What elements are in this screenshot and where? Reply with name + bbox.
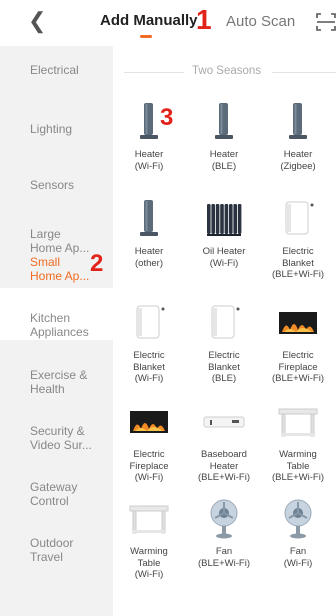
warming-table-icon [129, 505, 169, 534]
sidebar-item-10[interactable]: Outdoor Travel [30, 536, 73, 564]
sidebar-item-3[interactable]: Sensors [30, 178, 74, 192]
fireplace-icon [279, 312, 317, 334]
fan-icon [284, 499, 312, 539]
device-label: Heater (other) [134, 246, 164, 269]
device-tile[interactable]: Heater (other) [113, 190, 185, 269]
sidebar-item-1[interactable]: Electrical [30, 63, 79, 77]
device-icon-wrapper [188, 393, 260, 443]
section-header: Two Seasons [120, 64, 336, 80]
device-tile[interactable]: Fan (BLE+Wi-Fi) [188, 490, 260, 569]
sidebar-item-6[interactable]: Kitchen Appliances [30, 311, 89, 339]
section-title: Two Seasons [192, 65, 262, 77]
warming-table-icon [278, 408, 318, 437]
blanket-controller-icon [285, 201, 314, 235]
chevron-left-icon[interactable]: ❮ [28, 10, 46, 32]
section-divider-right [272, 72, 336, 73]
tab-auto-scan[interactable]: Auto Scan [226, 13, 295, 30]
device-label: Electric Fireplace (Wi-Fi) [129, 449, 169, 483]
device-tile[interactable]: Warming Table (Wi-Fi) [113, 490, 185, 581]
device-icon-wrapper [113, 190, 185, 240]
annotation-number-1: 1 [196, 4, 212, 35]
device-icon-wrapper [188, 93, 260, 143]
tower-heater-icon [215, 103, 233, 139]
device-tile[interactable]: Heater (Zigbee) [262, 93, 334, 172]
sidebar-item-9[interactable]: Gateway Control [30, 480, 77, 508]
tab-add-manually[interactable]: Add Manually [100, 12, 198, 29]
device-icon-wrapper [262, 190, 334, 240]
device-icon-wrapper [113, 93, 185, 143]
active-tab-indicator [140, 35, 152, 38]
device-label: Electric Blanket (BLE+Wi-Fi) [272, 246, 324, 280]
device-icon-wrapper [113, 490, 185, 540]
blanket-controller-icon [136, 305, 165, 339]
tower-heater-icon [289, 103, 307, 139]
device-label: Warming Table (BLE+Wi-Fi) [272, 449, 324, 483]
device-icon-wrapper [262, 294, 334, 344]
device-icon-wrapper [262, 490, 334, 540]
sidebar-item-8[interactable]: Security & Video Sur... [30, 424, 92, 452]
device-icon-wrapper [262, 93, 334, 143]
device-icon-wrapper [188, 490, 260, 540]
device-label: Baseboard Heater (BLE+Wi-Fi) [198, 449, 250, 483]
fan-icon [210, 499, 238, 539]
device-label: Electric Fireplace (BLE+Wi-Fi) [272, 350, 324, 384]
section-divider-left [124, 72, 184, 73]
device-tile[interactable]: Baseboard Heater (BLE+Wi-Fi) [188, 393, 260, 484]
scan-icon[interactable] [316, 12, 336, 32]
device-tile[interactable]: Fan (Wi-Fi) [262, 490, 334, 569]
device-label: Fan (Wi-Fi) [283, 546, 313, 569]
device-tile[interactable]: Electric Blanket (Wi-Fi) [113, 294, 185, 385]
device-label: Electric Blanket (BLE) [208, 350, 240, 384]
annotation-number-3: 3 [160, 104, 174, 131]
device-label: Heater (Zigbee) [280, 149, 316, 172]
device-label: Heater (Wi-Fi) [134, 149, 164, 172]
top-bar: ❮ Add Manually 1 Auto Scan [0, 0, 336, 46]
device-tile[interactable]: Heater (Wi-Fi) [113, 93, 185, 172]
tower-heater-icon [140, 200, 158, 236]
sidebar-item-5[interactable]: Small Home Ap... [30, 255, 89, 283]
annotation-number-2: 2 [90, 250, 104, 277]
device-icon-wrapper [113, 393, 185, 443]
device-tile[interactable]: Electric Blanket (BLE+Wi-Fi) [262, 190, 334, 281]
device-icon-wrapper [188, 294, 260, 344]
sidebar-item-7[interactable]: Exercise & Health [30, 368, 87, 396]
device-tile[interactable]: Heater (BLE) [188, 93, 260, 172]
device-tile[interactable]: Oil Heater (Wi-Fi) [188, 190, 260, 269]
fireplace-icon [130, 411, 168, 433]
oil-heater-icon [207, 204, 242, 236]
device-label: Oil Heater (Wi-Fi) [202, 246, 246, 269]
sidebar-item-2[interactable]: Lighting [30, 122, 72, 136]
blanket-controller-icon [211, 305, 240, 339]
device-tile[interactable]: Electric Fireplace (BLE+Wi-Fi) [262, 294, 334, 385]
device-label: Warming Table (Wi-Fi) [130, 546, 168, 580]
device-tile[interactable]: Electric Blanket (BLE) [188, 294, 260, 385]
sidebar-item-4[interactable]: Large Home Ap... [30, 227, 89, 255]
baseboard-heater-icon [203, 416, 245, 428]
device-label: Heater (BLE) [209, 149, 239, 172]
device-icon-wrapper [113, 294, 185, 344]
device-label: Electric Blanket (Wi-Fi) [133, 350, 165, 384]
device-tile[interactable]: Warming Table (BLE+Wi-Fi) [262, 393, 334, 484]
device-label: Fan (BLE+Wi-Fi) [198, 546, 250, 569]
device-tile[interactable]: Electric Fireplace (Wi-Fi) [113, 393, 185, 484]
device-icon-wrapper [188, 190, 260, 240]
device-icon-wrapper [262, 393, 334, 443]
